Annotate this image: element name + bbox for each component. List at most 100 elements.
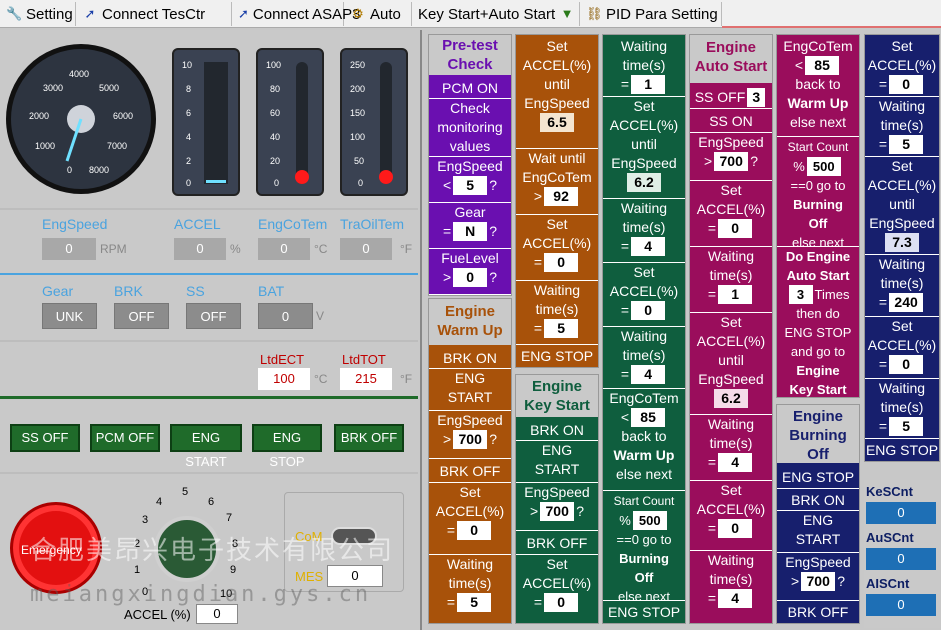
time-input[interactable]: 5	[457, 593, 492, 612]
brk-on-step[interactable]: BRK ON	[429, 347, 511, 369]
engcotem-input[interactable]: 92	[544, 187, 579, 206]
time-input[interactable]: 1	[718, 285, 753, 304]
engspeed-input[interactable]: 700	[801, 572, 836, 591]
key-start-auto-dropdown[interactable]: Key Start+Auto Start ▼	[414, 2, 580, 26]
keystart-title2: Key Start	[524, 397, 590, 414]
eng-stop-button[interactable]: ENG STOP	[252, 424, 322, 469]
eng-start-step[interactable]: ENG START	[777, 511, 859, 553]
accel-input[interactable]: 0	[889, 355, 924, 374]
waiting-step: Waiting time(s) = 240	[865, 255, 939, 317]
check-text: monitoring	[437, 119, 503, 135]
com-toggle[interactable]	[331, 527, 377, 545]
accel-knob-value[interactable]: 0	[196, 604, 238, 624]
setting-button[interactable]: 🔧 Setting	[2, 2, 76, 26]
fuel-input[interactable]: 0	[453, 268, 488, 287]
rpm-tick: 8000	[89, 165, 110, 175]
accel-input[interactable]: 0	[718, 219, 753, 238]
engspeed-input[interactable]: 5	[453, 176, 488, 195]
engspeed-input[interactable]: 700	[714, 152, 749, 171]
auto-button[interactable]: ⚙ Auto	[346, 2, 412, 26]
step-label: EngCoTem	[783, 38, 853, 54]
step-label: Burning	[619, 551, 669, 566]
ltdtot-value: 215	[340, 368, 392, 390]
pid-icon: ⛓	[586, 6, 603, 21]
eng-start-button[interactable]: ENG START	[170, 424, 242, 469]
divider	[0, 472, 418, 474]
engspeed-input[interactable]: 7.3	[885, 233, 919, 252]
time-input[interactable]: 5	[889, 135, 924, 154]
eng-stop-step[interactable]: ENG STOP	[516, 345, 598, 367]
degc-unit: °C	[314, 372, 328, 386]
pcm-off-button[interactable]: PCM OFF	[90, 424, 160, 452]
time-input[interactable]: 5	[544, 319, 579, 338]
ss-off-button[interactable]: SS OFF	[10, 424, 80, 452]
bar1-tick: 6	[186, 108, 192, 118]
eng-stop-step[interactable]: ENG STOP	[865, 439, 939, 461]
connect-asap3-button[interactable]: ➚ Connect ASAP3	[234, 2, 360, 26]
eng-stop-step[interactable]: ENG STOP	[603, 601, 685, 623]
wrench-icon: 🔧	[6, 6, 23, 21]
autostart-title1: Engine	[705, 39, 756, 56]
accel-input[interactable]: 0	[544, 253, 579, 272]
time-input[interactable]: 4	[718, 589, 753, 608]
connect-tesctr-button[interactable]: ➚ Connect TesCtr	[78, 2, 232, 26]
brk-on-step[interactable]: BRK ON	[777, 489, 859, 511]
pct-unit: %	[230, 242, 241, 256]
mes-value[interactable]: 0	[327, 565, 383, 587]
step-label: ENG	[541, 442, 573, 458]
brk-off-step[interactable]: BRK OFF	[777, 601, 859, 623]
engspeed-input[interactable]: 6.2	[714, 389, 748, 408]
accel-input[interactable]: 0	[718, 519, 753, 538]
brk-off-step[interactable]: BRK OFF	[429, 459, 511, 483]
accel-input[interactable]: 0	[457, 521, 492, 540]
accel-input[interactable]: 0	[544, 593, 579, 612]
emergency-button[interactable]: Emergency	[10, 502, 102, 594]
bar3-tick: 150	[350, 108, 366, 118]
ltdect-label: LtdECT	[260, 352, 305, 367]
step-label: Start Count	[613, 494, 675, 508]
accel-knob-dial[interactable]	[154, 516, 220, 582]
step-label: time(s)	[709, 435, 753, 451]
ss-count-input[interactable]: 3	[747, 88, 766, 107]
bar3-tick: 100	[350, 132, 366, 142]
engspeed-step: EngSpeed >700?	[429, 411, 511, 459]
accel-knob[interactable]: 0 1 2 3 4 5 6 7 8 9 10	[128, 486, 252, 610]
brk-on-step[interactable]: BRK ON	[516, 419, 598, 441]
brk-off-step[interactable]: BRK OFF	[516, 531, 598, 555]
time-input[interactable]: 1	[631, 75, 666, 94]
burning-cont-panel: Set ACCEL(%) = 0 Waiting time(s) = 5 Set ACCEL(…	[864, 34, 940, 462]
accel-input[interactable]: 0	[631, 301, 666, 320]
engspeed-input[interactable]: 6.5	[540, 113, 574, 132]
ss-on-step[interactable]: SS ON	[690, 109, 772, 133]
pcm-on-step[interactable]: PCM ON	[429, 77, 511, 99]
autostart-panel: Engine Auto Start SS OFF 3 SS ON EngSpeed >…	[689, 34, 773, 624]
rpm-tick: 4000	[69, 69, 90, 79]
accel-input[interactable]: 0	[889, 75, 924, 94]
time-input[interactable]: 4	[631, 237, 666, 256]
gear-input[interactable]: N	[453, 222, 488, 241]
step-label: else next	[615, 466, 673, 482]
step-label: EngCoTem	[522, 169, 592, 185]
eng-start-step[interactable]: ENG START	[429, 369, 511, 411]
step-label: ACCEL(%)	[696, 333, 766, 349]
engspeed-step: EngSpeed >700?	[516, 483, 598, 531]
pid-para-setting-button[interactable]: ⛓ PID Para Setting	[582, 2, 722, 26]
dial-tick: 1	[134, 564, 141, 576]
eng-stop-step[interactable]: ENG STOP	[777, 465, 859, 489]
time-input[interactable]: 4	[718, 453, 753, 472]
engcotem-input[interactable]: 85	[631, 408, 666, 427]
time-input[interactable]: 240	[889, 293, 924, 312]
start-count-input[interactable]: 500	[632, 511, 667, 530]
start-count-input[interactable]: 500	[806, 157, 841, 176]
engcotem-input[interactable]: 85	[805, 56, 840, 75]
engspeed-input[interactable]: 700	[453, 430, 488, 449]
time-input[interactable]: 5	[889, 417, 924, 436]
engspeed-input[interactable]: 6.2	[627, 173, 661, 192]
eng-start-step[interactable]: ENG START	[516, 441, 598, 483]
brk-off-button[interactable]: BRK OFF	[334, 424, 404, 452]
retry-count-input[interactable]: 3	[788, 285, 813, 304]
divider	[0, 340, 418, 342]
time-input[interactable]: 4	[631, 365, 666, 384]
engspeed-input[interactable]: 700	[540, 502, 575, 521]
step-label: time(s)	[622, 219, 666, 235]
